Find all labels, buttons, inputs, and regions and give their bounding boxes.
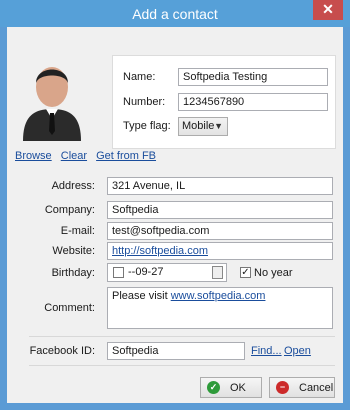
cancel-button-label: Cancel: [299, 381, 334, 394]
button-bar: ✓ OK − Cancel: [7, 373, 343, 403]
add-contact-window: Add a contact ✕ Name: Softpedia Testing …: [0, 0, 350, 410]
get-from-fb-link[interactable]: Get from FB: [96, 150, 156, 162]
find-link[interactable]: Find...: [251, 345, 282, 357]
calendar-icon[interactable]: [212, 266, 223, 279]
dialog-body: Name: Softpedia Testing Number: 12345678…: [7, 27, 343, 403]
website-label: Website:: [52, 245, 95, 257]
comment-label: Comment:: [44, 302, 95, 314]
website-link[interactable]: http://softpedia.com: [112, 245, 208, 257]
company-label: Company:: [44, 204, 95, 216]
contact-avatar-icon: [23, 67, 81, 141]
type-flag-select[interactable]: Mobile ▼: [178, 117, 228, 136]
window-title: Add a contact: [132, 6, 218, 22]
company-field[interactable]: Softpedia: [107, 201, 333, 219]
address-label: Address:: [51, 180, 95, 192]
divider: [29, 365, 335, 366]
open-link[interactable]: Open: [284, 345, 311, 357]
number-field[interactable]: 1234567890: [178, 93, 328, 111]
cancel-icon: −: [276, 381, 289, 394]
type-flag-value: Mobile: [182, 120, 215, 132]
email-label: E-mail:: [60, 225, 95, 237]
number-label: Number:: [123, 96, 166, 108]
no-year-label: No year: [254, 267, 293, 279]
email-field[interactable]: test@softpedia.com: [107, 222, 333, 240]
chevron-down-icon: ▼: [214, 121, 223, 131]
comment-text: Please visit: [112, 290, 171, 302]
check-icon: ✓: [207, 381, 220, 394]
browse-link[interactable]: Browse: [15, 150, 52, 162]
address-field[interactable]: 321 Avenue, IL: [107, 177, 333, 195]
name-label: Name:: [123, 71, 156, 83]
cancel-button[interactable]: − Cancel: [269, 377, 335, 398]
photo-links: Browse Clear Get from FB: [15, 150, 162, 162]
close-button[interactable]: ✕: [313, 0, 343, 20]
website-field[interactable]: http://softpedia.com: [107, 242, 333, 260]
facebook-id-label: Facebook ID:: [29, 345, 95, 357]
ok-button-label: OK: [230, 381, 246, 394]
type-flag-label: Type flag:: [123, 120, 171, 132]
comment-link[interactable]: www.softpedia.com: [171, 290, 266, 302]
clear-link[interactable]: Clear: [61, 150, 87, 162]
comment-field[interactable]: Please visit www.softpedia.com: [107, 287, 333, 329]
name-field[interactable]: Softpedia Testing: [178, 68, 328, 86]
divider: [29, 336, 335, 337]
birthday-value: --09-27: [128, 266, 164, 278]
birthday-field[interactable]: --09-27: [107, 263, 227, 282]
birthday-label: Birthday:: [51, 267, 95, 279]
title-bar: Add a contact ✕: [0, 0, 350, 27]
no-year-checkbox[interactable]: ✓: [240, 267, 251, 278]
facebook-id-field[interactable]: Softpedia: [107, 342, 245, 360]
contact-info-group: Name: Softpedia Testing Number: 12345678…: [112, 55, 336, 149]
birthday-enable-checkbox[interactable]: [113, 267, 124, 278]
ok-button[interactable]: ✓ OK: [200, 377, 262, 398]
